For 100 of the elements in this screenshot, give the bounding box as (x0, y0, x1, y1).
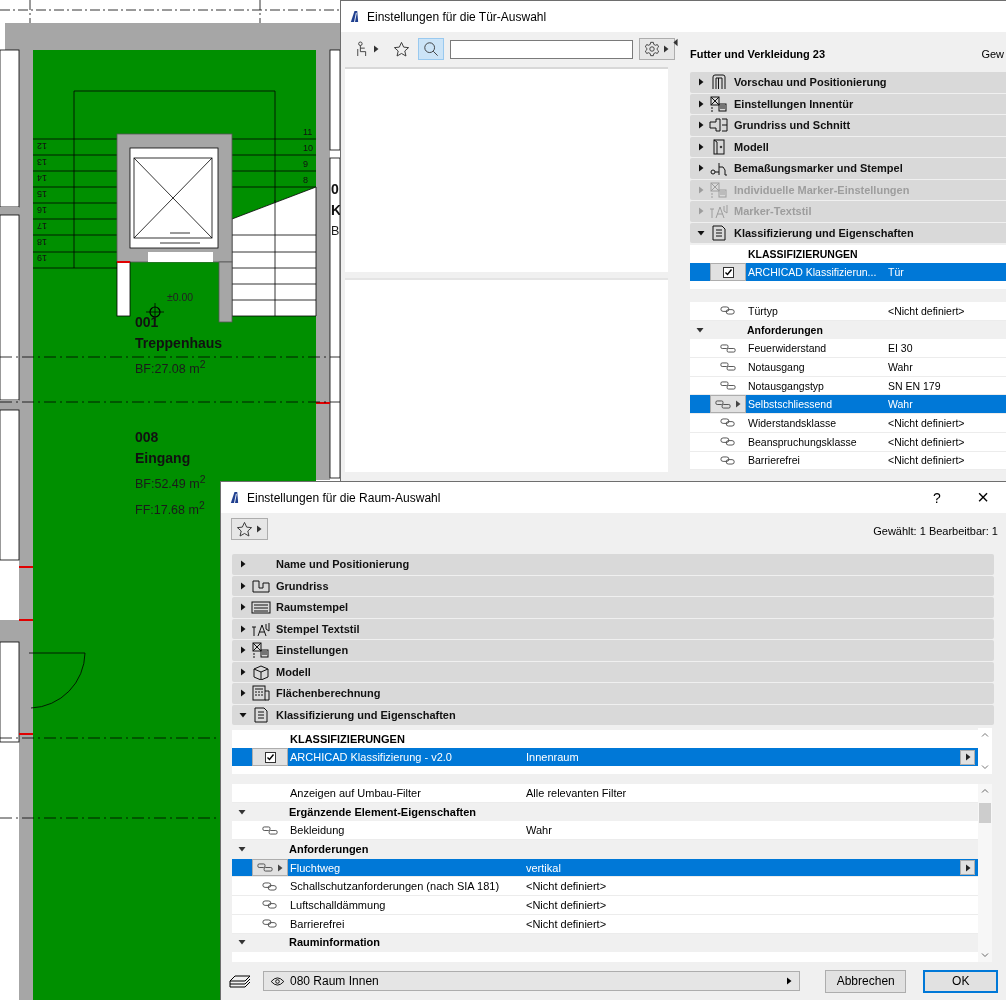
property-name: Widerstandsklasse (747, 416, 838, 429)
section-header[interactable]: Grundriss (232, 575, 994, 596)
property-name: Anzeigen auf Umbau-Filter (289, 786, 422, 799)
property-value: <Nicht definiert> (888, 304, 966, 317)
room-name: K (331, 201, 342, 220)
grid-list-icon (709, 181, 729, 198)
text-style-icon (709, 203, 729, 220)
property-name: Selbstschliessend (747, 398, 834, 411)
layers-icon (229, 973, 251, 989)
classification-row[interactable]: ARCHICAD Klassifizierung - v2.0 Innenraum (232, 748, 978, 766)
stair-number: 16 (37, 205, 47, 215)
group-row[interactable]: Anforderungen (232, 840, 978, 859)
scroll-up-icon (981, 788, 989, 793)
room-area: BF:52.49 m$^{2}$ (135, 469, 206, 496)
property-name: Luftschalldämmung (289, 898, 387, 911)
document-icon (709, 224, 729, 241)
property-name: Beanspruchungsklasse (747, 435, 858, 448)
scrollbar[interactable] (978, 784, 992, 962)
door-frame-icon (709, 74, 729, 91)
favorites-button[interactable] (231, 518, 268, 540)
section-header[interactable]: Klassifizierung und Eigenschaften (690, 222, 1006, 243)
section-header[interactable]: Modell (690, 136, 1006, 157)
cancel-button[interactable]: Abbrechen (824, 969, 907, 993)
group-label: Rauminformation (288, 936, 382, 949)
property-name: Bekleidung (289, 824, 346, 837)
text-style-icon (251, 620, 271, 637)
room-area: B (331, 221, 342, 242)
stair-number: 12 (37, 141, 47, 151)
stair-number: 10 (303, 143, 313, 153)
checkbox[interactable] (722, 266, 734, 278)
step-link-icon (720, 381, 736, 391)
layer-dropdown[interactable]: 080 Raum Innen (263, 971, 800, 991)
scroll-thumb[interactable] (979, 803, 991, 823)
ok-button[interactable]: OK (923, 969, 998, 993)
eye-icon (270, 976, 285, 986)
caret-icon (733, 400, 742, 409)
settings-icon (644, 41, 660, 57)
selection-info: Gew (981, 48, 1004, 60)
property-value: <Nicht definiert> (526, 880, 608, 893)
close-button[interactable]: × (960, 482, 1006, 513)
property-row[interactable]: Selbstschliessend Wahr (690, 395, 1006, 415)
search-icon (423, 41, 439, 57)
room-name: Treppenhaus (135, 334, 223, 353)
section-header[interactable]: Vorschau und Positionierung (690, 72, 1006, 93)
section-header[interactable]: Einstellungen (232, 640, 994, 661)
property-value: <Nicht definiert> (888, 416, 966, 429)
document-icon (251, 706, 271, 723)
room-number: 008 (135, 428, 160, 447)
section-header[interactable]: Einstellungen Innentür (690, 93, 1006, 114)
section-header[interactable]: Bemaßungsmarker und Stempel (690, 158, 1006, 179)
stair-number: 9 (303, 159, 308, 169)
property-name: Schallschutzanforderungen (nach SIA 181) (289, 880, 501, 893)
step-link-icon (714, 399, 731, 409)
classification-row[interactable]: ARCHICAD Klassifizierun... Tür (690, 263, 1006, 281)
classification-value: Tür (888, 266, 905, 278)
star-icon (236, 520, 253, 538)
section-header[interactable]: Raumstempel (232, 597, 994, 618)
property-name: Notausgang (747, 360, 806, 373)
help-button[interactable]: ? (914, 482, 960, 513)
element-name: Futter und Verkleidung 23 (690, 48, 826, 60)
property-value: <Nicht definiert> (888, 454, 966, 467)
property-value: <Nicht definiert> (526, 898, 608, 911)
property-name: Feuerwiderstand (747, 342, 828, 355)
section-header[interactable]: Stempel Textstil (232, 618, 994, 639)
chain-link-icon (720, 418, 736, 428)
window-title: Einstellungen für die Raum-Auswahl (247, 490, 441, 505)
caret-icon (372, 45, 380, 53)
section-header[interactable]: Grundriss und Schnitt (690, 115, 1006, 136)
property-value: <Nicht definiert> (526, 917, 608, 930)
caret-icon (662, 45, 670, 53)
value-menu-button[interactable] (960, 749, 975, 765)
room-area: FF:17.68 m$^{2}$ (135, 495, 206, 522)
grid-list-icon (709, 95, 729, 112)
settings-button[interactable] (639, 38, 675, 60)
stair-number: 18 (37, 237, 47, 247)
property-name: Notausgangstyp (747, 379, 825, 392)
section-header[interactable]: Name und Positionierung (232, 554, 994, 575)
chain-link-icon (720, 437, 736, 447)
property-value: Alle relevanten Filter (526, 786, 628, 799)
section-header[interactable]: Flächenberechnung (232, 683, 994, 704)
star-icon (393, 40, 410, 58)
step-link-icon (720, 362, 736, 372)
property-name: Barrierefrei (747, 454, 801, 467)
property-value: Wahr (888, 398, 914, 411)
search-button[interactable] (418, 38, 444, 60)
value-menu-button[interactable] (960, 860, 975, 876)
caret-icon (963, 753, 972, 761)
classification-value: Innenraum (526, 751, 580, 763)
property-name: Barrierefrei (289, 917, 346, 930)
checkbox[interactable] (264, 751, 276, 763)
property-name: Fluchtweg (289, 861, 342, 874)
property-value: vertikal (526, 861, 562, 874)
scroll-down-icon (981, 765, 989, 770)
classification-name: ARCHICAD Klassifizierun... (747, 266, 878, 278)
search-field[interactable] (450, 39, 633, 59)
cube-icon (251, 663, 271, 680)
caret-icon (784, 977, 793, 985)
section-header[interactable]: Klassifizierung und Eigenschaften (232, 704, 994, 725)
section-header[interactable]: Modell (232, 661, 994, 682)
plan-section-icon (709, 117, 729, 134)
